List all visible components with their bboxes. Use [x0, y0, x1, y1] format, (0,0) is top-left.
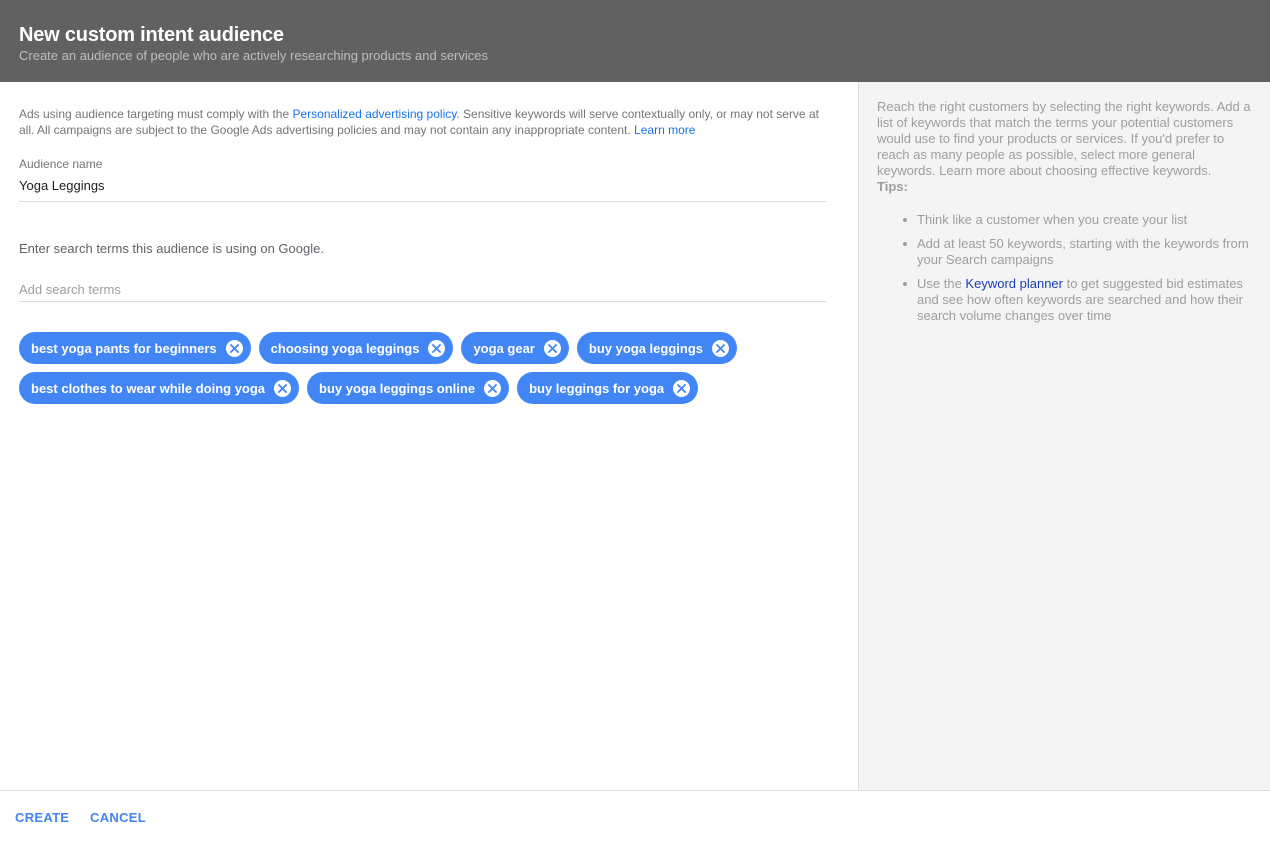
- keyword-chip-label: buy yoga leggings online: [319, 380, 476, 396]
- search-terms-instruction: Enter search terms this audience is usin…: [19, 241, 324, 256]
- keyword-chip: choosing yoga leggings: [258, 332, 454, 364]
- keyword-chip: buy yoga leggings: [576, 332, 737, 364]
- tips-heading: Tips:: [877, 179, 908, 194]
- tips-list: Think like a customer when you create yo…: [877, 212, 1256, 324]
- dialog-footer: CREATE CANCEL: [0, 790, 1270, 841]
- remove-chip-icon[interactable]: [484, 379, 502, 397]
- remove-chip-icon[interactable]: [428, 339, 446, 357]
- keyword-chip: buy leggings for yoga: [517, 372, 699, 404]
- tip-item: Use the Keyword planner to get suggested…: [903, 276, 1256, 324]
- keyword-chip: best clothes to wear while doing yoga: [19, 372, 300, 404]
- dialog-subtitle: Create an audience of people who are act…: [19, 48, 488, 63]
- cancel-button[interactable]: CANCEL: [90, 810, 146, 825]
- keyword-planner-link[interactable]: Keyword planner: [965, 276, 1063, 291]
- main-panel: Ads using audience targeting must comply…: [0, 82, 858, 790]
- remove-chip-icon[interactable]: [673, 379, 691, 397]
- keyword-chip: buy yoga leggings online: [307, 372, 510, 404]
- keyword-chip-label: best clothes to wear while doing yoga: [31, 380, 266, 396]
- search-terms-input[interactable]: [19, 278, 826, 302]
- keyword-chip-label: best yoga pants for beginners: [31, 340, 217, 356]
- remove-chip-icon[interactable]: [712, 339, 729, 357]
- remove-chip-icon[interactable]: [274, 379, 292, 397]
- learn-more-link[interactable]: Learn more: [634, 123, 695, 137]
- keyword-chip-label: yoga gear: [473, 340, 535, 356]
- keyword-chip-label: buy yoga leggings: [588, 340, 703, 356]
- keyword-chip: yoga gear: [461, 332, 569, 364]
- audience-name-field[interactable]: Yoga Leggings: [19, 178, 826, 202]
- policy-notice-text: Ads using audience targeting must comply…: [19, 107, 293, 121]
- keyword-chip-list: best yoga pants for beginners choosing y…: [19, 332, 826, 404]
- policy-notice: Ads using audience targeting must comply…: [19, 106, 825, 138]
- audience-name-label: Audience name: [19, 157, 103, 171]
- help-panel: Reach the right customers by selecting t…: [858, 82, 1270, 790]
- keyword-chip: best yoga pants for beginners: [19, 332, 251, 364]
- help-intro: Reach the right customers by selecting t…: [877, 99, 1251, 178]
- remove-chip-icon[interactable]: [543, 339, 561, 357]
- keyword-chip-label: choosing yoga leggings: [270, 340, 420, 356]
- dialog-header: New custom intent audience Create an aud…: [0, 0, 1270, 82]
- keyword-chip-label: buy leggings for yoga: [529, 380, 665, 396]
- personalized-advertising-policy-link[interactable]: Personalized advertising policy: [292, 107, 456, 121]
- tip-item: Add at least 50 keywords, starting with …: [903, 236, 1256, 268]
- remove-chip-icon[interactable]: [225, 339, 243, 357]
- tip-text: Use the: [917, 276, 966, 291]
- create-button[interactable]: CREATE: [15, 810, 69, 825]
- tip-item: Think like a customer when you create yo…: [903, 212, 1256, 228]
- dialog-title: New custom intent audience: [19, 24, 284, 46]
